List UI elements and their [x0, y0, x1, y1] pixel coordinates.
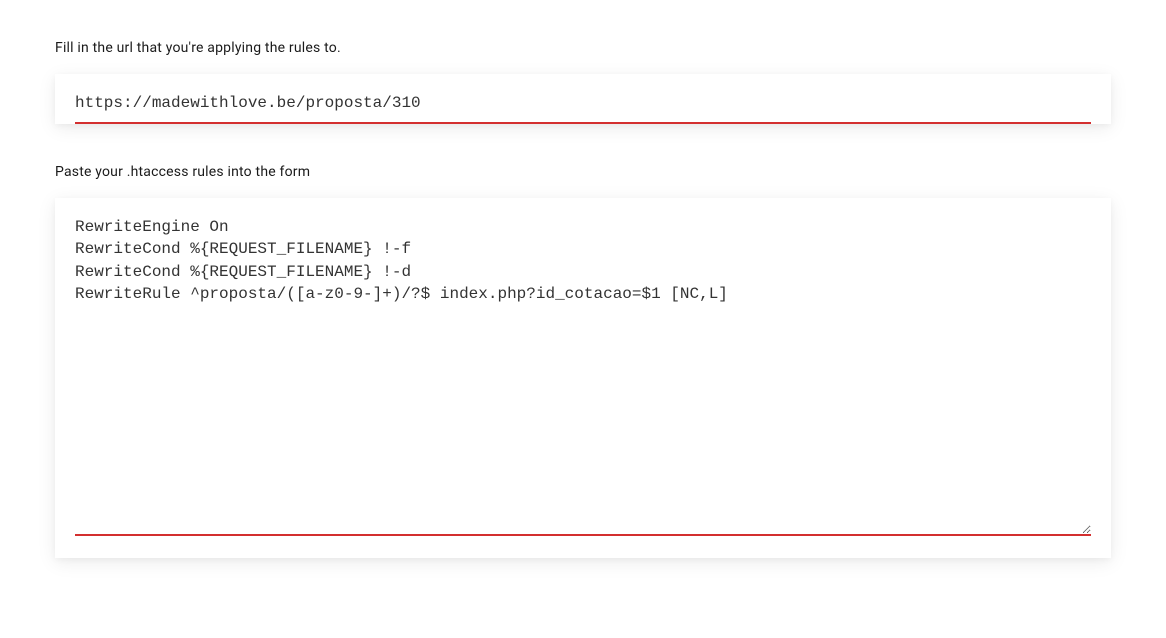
htaccess-field-label: Paste your .htaccess rules into the form [55, 164, 1111, 180]
url-input-card [55, 74, 1111, 124]
htaccess-input-card [55, 198, 1111, 558]
url-field-label: Fill in the url that you're applying the… [55, 40, 1111, 56]
url-input[interactable] [75, 94, 1091, 124]
htaccess-textarea[interactable] [75, 216, 1091, 536]
